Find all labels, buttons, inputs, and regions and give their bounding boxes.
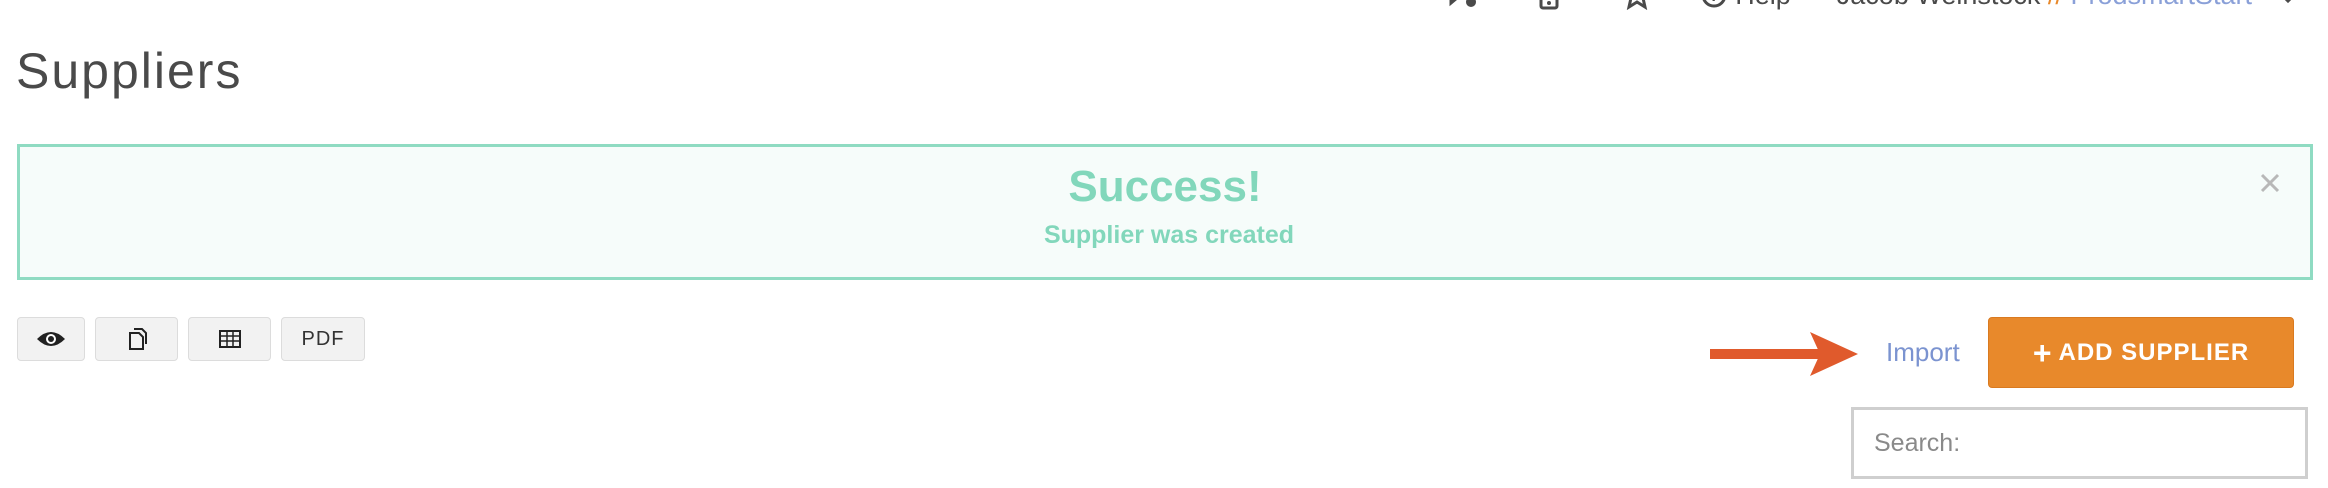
company-name: ProdsmartStart — [2070, 0, 2252, 10]
plus-icon: + — [2032, 334, 2053, 371]
add-supplier-button[interactable]: + ADD SUPPLIER — [1988, 317, 2294, 388]
copy-button[interactable] — [95, 317, 178, 361]
user-separator: // — [2048, 0, 2063, 10]
page-title: Suppliers — [16, 43, 243, 99]
success-alert: Success! Supplier was created — [17, 144, 2313, 280]
eye-icon — [37, 332, 65, 346]
alert-heading: Success! — [1068, 162, 1262, 211]
help-link[interactable]: ? Help — [1701, 0, 1791, 11]
alert-message: Supplier was created — [1043, 221, 1295, 249]
star-icon[interactable] — [1617, 0, 1657, 12]
annotation-arrow-icon — [1710, 332, 1858, 376]
import-link[interactable]: Import — [1886, 336, 1960, 368]
export-button-group: PDF — [17, 317, 365, 361]
help-label: Help — [1735, 0, 1791, 11]
svg-text:?: ? — [1709, 0, 1719, 5]
close-icon[interactable] — [2256, 169, 2284, 197]
mobile-icon[interactable] — [1529, 0, 1569, 12]
copy-icon — [128, 328, 147, 350]
user-menu[interactable]: Jacob Weinstock // ProdsmartStart — [1837, 0, 2252, 11]
search-input[interactable] — [1851, 407, 2308, 479]
pdf-export-button[interactable]: PDF — [281, 317, 365, 361]
table-icon — [218, 330, 241, 348]
column-visibility-button[interactable] — [17, 317, 85, 361]
help-icon: ? — [1702, 0, 1726, 8]
user-name: Jacob Weinstock — [1837, 0, 2041, 10]
add-supplier-label: ADD SUPPLIER — [2058, 338, 2250, 366]
spreadsheet-export-button[interactable] — [188, 317, 271, 361]
chevron-down-icon[interactable] — [2278, 0, 2298, 11]
chat-icon[interactable] — [1441, 0, 1481, 12]
top-navbar: ? Help Jacob Weinstock // ProdsmartStart — [1393, 0, 2298, 12]
